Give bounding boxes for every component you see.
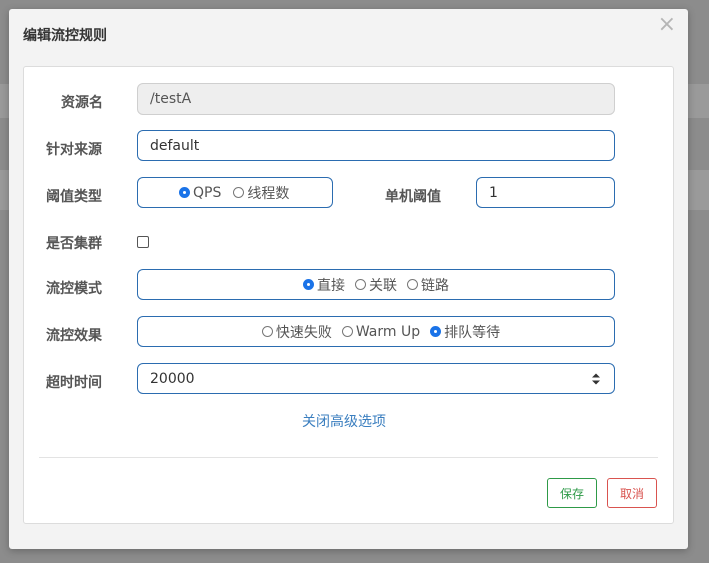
- cluster-checkbox[interactable]: [137, 236, 149, 248]
- radio-selected-icon: [303, 279, 314, 290]
- edit-flow-rule-dialog: 编辑流控规则 × 资源名 /testA 针对来源 default 阈值类型 QP…: [9, 9, 688, 549]
- timeout-input[interactable]: 20000: [137, 363, 615, 394]
- close-icon[interactable]: ×: [658, 13, 676, 37]
- radio-selected-icon: [430, 326, 442, 337]
- limit-app-label: 针对来源: [46, 142, 102, 158]
- strategy-label: 流控模式: [46, 281, 102, 297]
- strategy-radio-group: 直接 关联 链路: [137, 269, 615, 300]
- radio-unselected-icon: [233, 187, 245, 198]
- strategy-option-label: 链路: [421, 277, 449, 294]
- grade-option-qps[interactable]: QPS: [179, 185, 221, 201]
- radio-unselected-icon: [407, 279, 418, 290]
- behavior-options: 快速失败 Warm Up 排队等待: [138, 322, 614, 342]
- cancel-button[interactable]: 取消: [607, 478, 657, 508]
- strategy-option-direct[interactable]: 直接: [303, 275, 345, 295]
- radio-selected-icon: [179, 187, 190, 198]
- strategy-option-chain[interactable]: 链路: [407, 275, 449, 295]
- radio-unselected-icon: [261, 326, 273, 337]
- behavior-option-warm-up[interactable]: Warm Up: [341, 323, 421, 340]
- resource-input: /testA: [137, 83, 615, 115]
- behavior-option-label: 快速失败: [275, 324, 332, 341]
- strategy-option-relate[interactable]: 关联: [355, 275, 397, 295]
- count-label: 单机阈值: [385, 189, 441, 205]
- behavior-option-label: 排队等待: [444, 324, 501, 341]
- radio-unselected-icon: [355, 279, 366, 290]
- behavior-option-queue[interactable]: 排队等待: [430, 322, 500, 342]
- limit-app-value: default: [150, 137, 200, 154]
- strategy-option-label: 直接: [317, 277, 345, 294]
- grade-option-label: 线程数: [247, 185, 290, 202]
- radio-unselected-icon: [341, 326, 353, 337]
- behavior-option-fast-fail[interactable]: 快速失败: [261, 322, 332, 342]
- timeout-value: 20000: [150, 370, 195, 387]
- resource-label: 资源名: [61, 95, 103, 111]
- grade-option-label: QPS: [193, 184, 222, 201]
- resource-value: /testA: [150, 91, 192, 107]
- form-panel: 资源名 /testA 针对来源 default 阈值类型 QPS 线程数 单机阈…: [23, 66, 674, 524]
- number-spinner-icon[interactable]: [591, 372, 601, 386]
- grade-label: 阈值类型: [46, 189, 102, 205]
- limit-app-input[interactable]: default: [137, 130, 615, 161]
- grade-options: QPS 线程数: [138, 183, 332, 203]
- count-value: 1: [489, 184, 498, 201]
- grade-radio-group: QPS 线程数: [137, 177, 333, 208]
- dialog-title: 编辑流控规则: [23, 28, 107, 44]
- cluster-label: 是否集群: [46, 236, 102, 252]
- save-button[interactable]: 保存: [547, 478, 597, 508]
- strategy-option-label: 关联: [369, 277, 397, 294]
- timeout-label: 超时时间: [46, 375, 102, 391]
- behavior-radio-group: 快速失败 Warm Up 排队等待: [137, 316, 615, 347]
- footer-divider: [39, 457, 658, 458]
- strategy-options: 直接 关联 链路: [138, 275, 614, 295]
- grade-option-thread[interactable]: 线程数: [233, 183, 289, 203]
- behavior-option-label: Warm Up: [355, 323, 421, 340]
- behavior-label: 流控效果: [46, 328, 102, 344]
- count-input[interactable]: 1: [476, 177, 615, 208]
- advanced-options-toggle[interactable]: 关闭高级选项: [302, 411, 386, 431]
